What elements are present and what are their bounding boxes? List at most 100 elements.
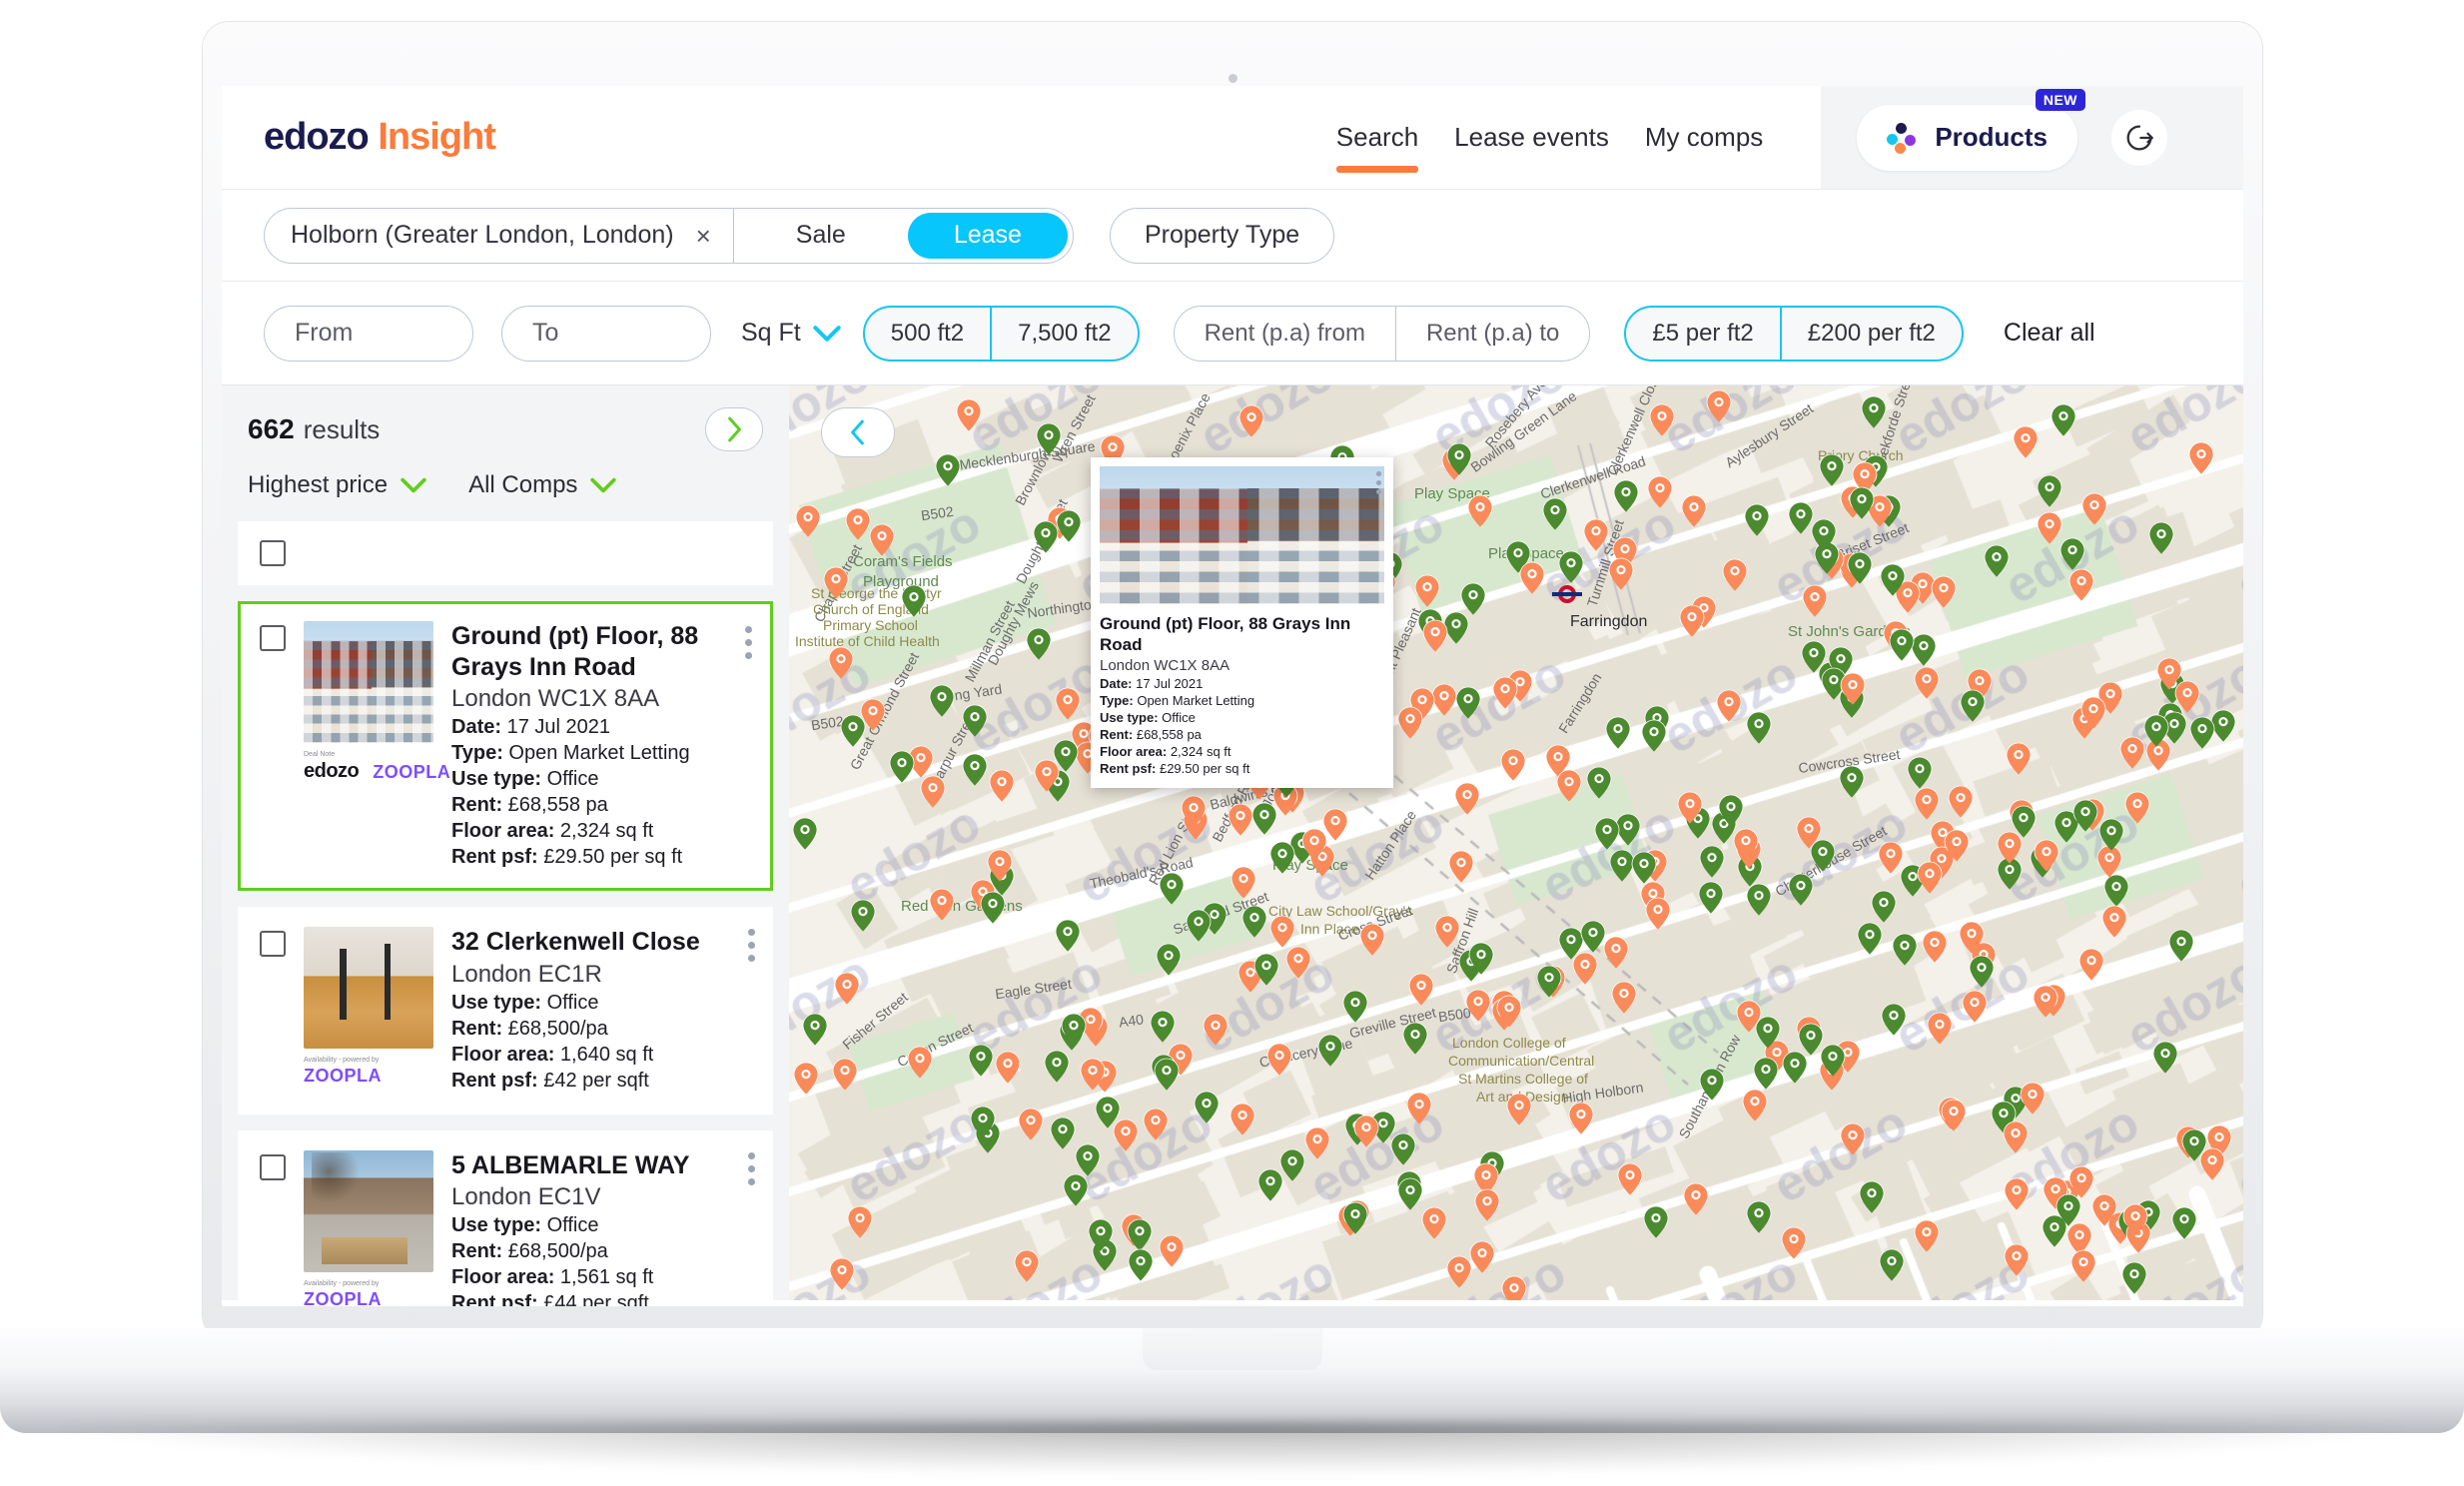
label-use-type: Use type:	[451, 768, 542, 790]
popup-date: Date: 17 Jul 2021	[1100, 676, 1384, 691]
brand-zoopla-label: ZOOPLA	[304, 1288, 382, 1307]
psf-min-value[interactable]: £5 per ft2	[1626, 308, 1779, 360]
sort-by-dropdown[interactable]: Highest price	[248, 471, 426, 499]
popup-title: Ground (pt) Floor, 88 Grays Inn Road	[1100, 614, 1351, 655]
location-input[interactable]: Holborn (Greater London, London) ×	[264, 207, 733, 264]
result-rent-psf: Rent psf: £44 per sqft	[451, 1292, 755, 1306]
products-label: Products	[1935, 122, 2048, 152]
products-button[interactable]: Products NEW	[1857, 88, 2085, 171]
brand-edozo-label: edozo	[304, 760, 360, 782]
result-menu-button[interactable]	[745, 626, 752, 665]
sale-option[interactable]: Sale	[734, 221, 908, 250]
map-popup-card[interactable]: Ground (pt) Floor, 88 Grays Inn Road Lon…	[1091, 457, 1393, 789]
unit-label: Sq Ft	[741, 319, 801, 347]
products-zone: Products NEW	[1821, 86, 2243, 189]
popup-value-type: Open Market Letting	[1137, 693, 1255, 709]
label-floor-area: Floor area:	[451, 1043, 555, 1066]
result-rent-psf: Rent psf: £29.50 per sq ft	[451, 846, 755, 869]
result-checkbox[interactable]	[260, 625, 286, 651]
psf-max-value[interactable]: £200 per ft2	[1779, 307, 1962, 360]
results-count-row: 662 results	[248, 407, 763, 451]
results-list: Deal Note edozo ZOOPLA Ground (pt) Floor…	[238, 601, 773, 1306]
rent-from-input[interactable]: Rent (p.a) from	[1175, 307, 1395, 361]
result-photo	[304, 621, 433, 743]
result-menu-button[interactable]	[748, 1151, 755, 1191]
unit-selector[interactable]: Sq Ft	[741, 319, 841, 348]
property-type-button[interactable]: Property Type	[1109, 207, 1335, 264]
result-checkbox[interactable]	[260, 1153, 286, 1180]
lease-option[interactable]: Lease	[907, 212, 1068, 259]
results-label: results	[303, 413, 381, 444]
result-checkbox[interactable]	[260, 931, 286, 957]
map-back-button[interactable]	[821, 407, 895, 457]
result-thumbnail-col: Availability - powered by ZOOPLA	[304, 927, 433, 1093]
result-photo	[304, 927, 433, 1049]
result-card[interactable]: Availability - powered by ZOOPLA 5 ALBEM…	[238, 1129, 773, 1307]
popup-label-date: Date:	[1100, 676, 1133, 692]
popup-value-use-type: Office	[1162, 710, 1196, 726]
size-from-input[interactable]: From	[264, 305, 473, 362]
size-to-input[interactable]: To	[501, 305, 711, 362]
result-details: Ground (pt) Floor, 88 Grays Inn Road Lon…	[451, 621, 755, 869]
brand-zoopla: Availability - powered by ZOOPLA	[304, 1280, 382, 1307]
value-rent: £68,500/pa	[507, 1240, 608, 1262]
size-range-segment: 500 ft2 7,500 ft2	[862, 305, 1140, 362]
value-rent-psf: £44 per sqft	[543, 1292, 649, 1306]
result-address: London EC1R	[451, 960, 602, 988]
result-card[interactable]: Availability - powered by ZOOPLA 32 Cler…	[238, 907, 773, 1114]
result-menu-button[interactable]	[748, 929, 755, 968]
value-floor-area: 1,561 sq ft	[559, 1266, 654, 1288]
popup-label-floor-area: Floor area:	[1100, 744, 1168, 760]
value-use-type: Office	[546, 991, 599, 1014]
map-panel[interactable]: Coram's FieldsPlaygroundWren StreetA5200…	[789, 385, 2243, 1300]
brand-caption: Availability - powered by	[304, 1057, 380, 1064]
label-type: Type:	[451, 742, 503, 764]
map-canvas[interactable]	[789, 385, 2243, 1300]
logout-button[interactable]	[2111, 109, 2167, 166]
result-address: London WC1X 8AA	[451, 685, 660, 712]
result-card[interactable]: Deal Note edozo ZOOPLA Ground (pt) Floor…	[238, 601, 773, 891]
tube-station-bar	[1552, 592, 1582, 596]
screenshot-stage: edozo Insight Search Lease events My com…	[0, 0, 2464, 1486]
popup-photo	[1100, 466, 1384, 604]
sort-by-value: Highest price	[248, 471, 389, 498]
result-rent: Rent: £68,558 pa	[451, 794, 755, 817]
label-rent-psf: Rent psf:	[451, 846, 538, 868]
nav-item-search[interactable]: Search	[1318, 86, 1436, 189]
label-floor-area: Floor area:	[451, 1266, 555, 1288]
filter-row: From To Sq Ft 500 ft2 7,500 ft2 Rent (p.…	[222, 282, 2243, 385]
label-rent: Rent:	[451, 1017, 503, 1040]
select-all-checkbox[interactable]	[260, 540, 286, 566]
result-rent-psf: Rent psf: £42 per sqft	[451, 1070, 755, 1093]
popup-rent: Rent: £68,558 pa	[1100, 727, 1384, 742]
popup-value-rent: £68,558 pa	[1136, 727, 1202, 743]
chevron-down-icon	[401, 477, 426, 493]
clear-location-icon[interactable]: ×	[696, 223, 711, 249]
brand-zoopla-label: ZOOPLA	[304, 1066, 382, 1086]
sort-controls: Highest price All Comps	[248, 471, 763, 499]
result-floor-area: Floor area: 1,640 sq ft	[451, 1044, 755, 1067]
comps-filter-value: All Comps	[468, 471, 578, 498]
value-floor-area: 1,640 sq ft	[559, 1043, 654, 1066]
result-photo	[304, 1149, 433, 1272]
app-header: edozo Insight Search Lease events My com…	[222, 86, 2243, 190]
nav-item-my-comps[interactable]: My comps	[1627, 86, 1781, 189]
clear-all-button[interactable]: Clear all	[2004, 319, 2095, 348]
size-max-value[interactable]: 7,500 ft2	[990, 307, 1137, 360]
result-thumbnail-col: Deal Note edozo ZOOPLA	[304, 621, 450, 869]
brand-caption: Availability - powered by	[304, 1279, 380, 1287]
rent-to-input[interactable]: Rent (p.a) to	[1394, 306, 1589, 361]
app-logo[interactable]: edozo Insight	[264, 116, 496, 159]
value-floor-area: 2,324 sq ft	[559, 820, 654, 842]
label-rent-psf: Rent psf:	[451, 1069, 538, 1092]
brand-zoopla-label: ZOOPLA	[373, 762, 451, 782]
result-rent: Rent: £68,500/pa	[451, 1018, 755, 1041]
size-min-value[interactable]: 500 ft2	[865, 308, 990, 360]
result-type: Type: Open Market Letting	[451, 742, 755, 765]
nav-item-lease-events[interactable]: Lease events	[1436, 86, 1627, 189]
comps-filter-dropdown[interactable]: All Comps	[468, 471, 617, 499]
next-page-button[interactable]	[705, 407, 763, 451]
popup-menu-button[interactable]	[1376, 471, 1381, 498]
result-floor-area: Floor area: 1,561 sq ft	[451, 1266, 755, 1289]
result-title: 5 ALBEMARLE WAY	[451, 1150, 690, 1179]
